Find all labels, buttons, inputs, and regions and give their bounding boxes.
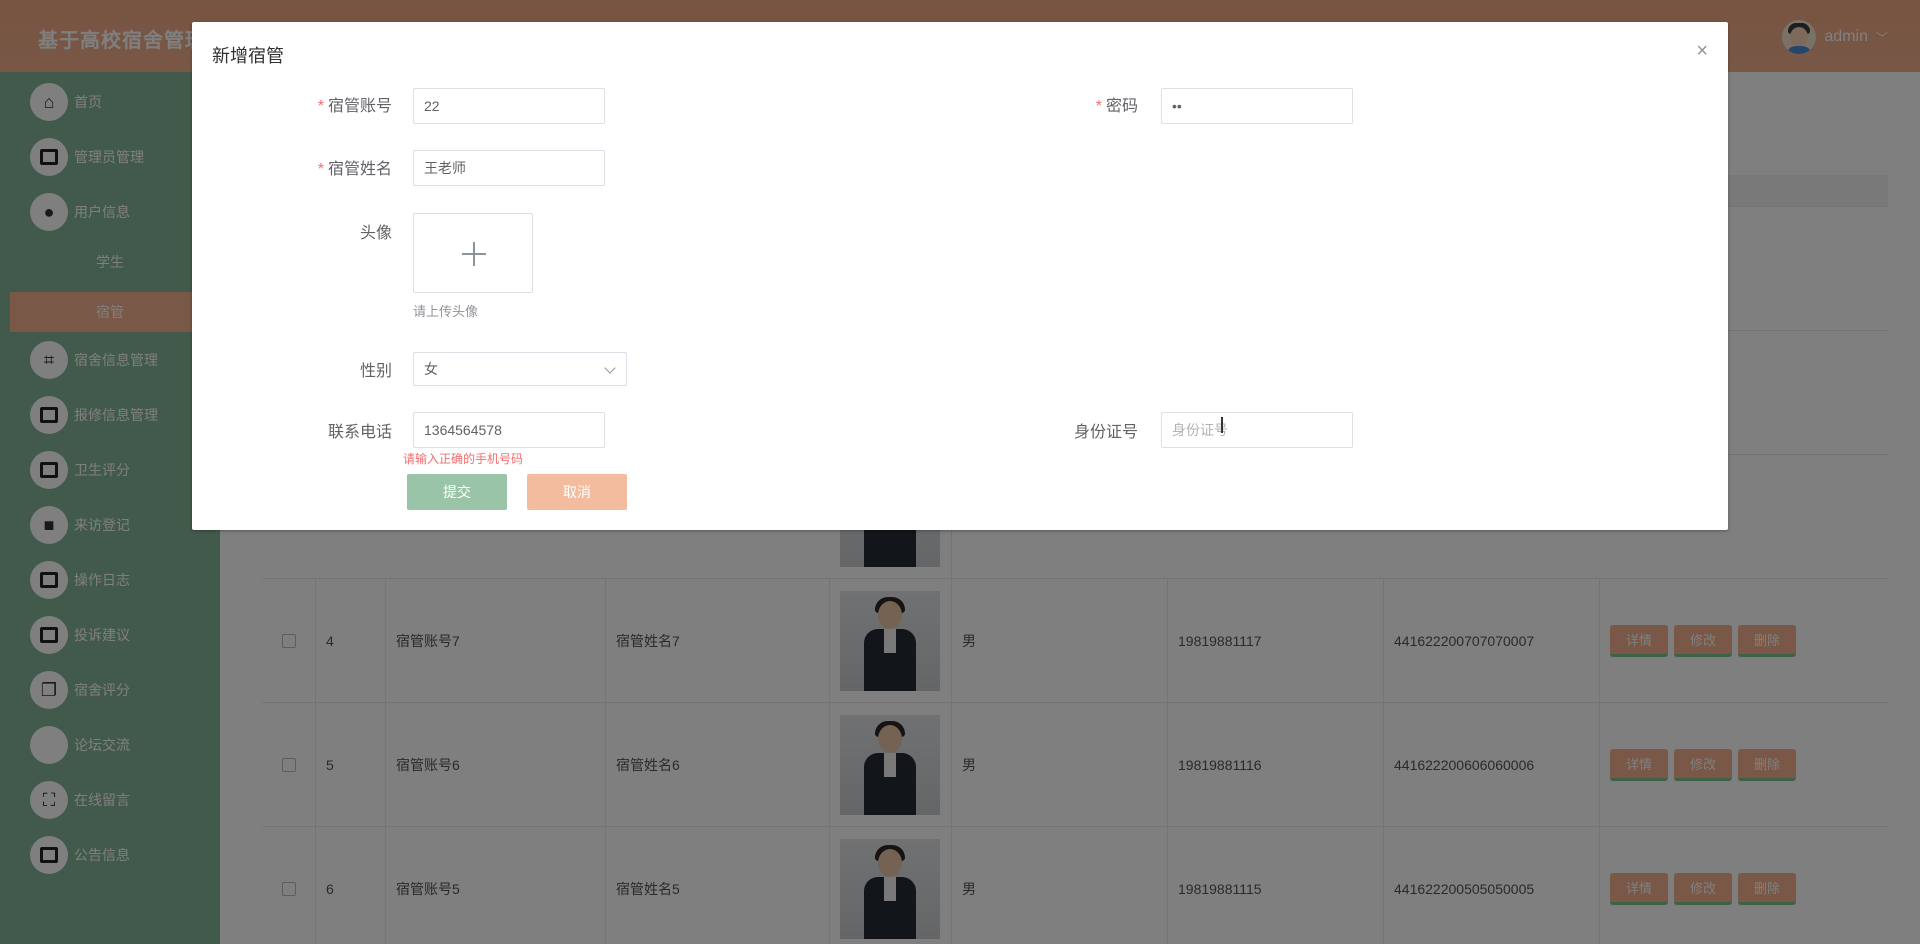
chevron-down-icon [604, 362, 616, 374]
gender-value: 女 [424, 361, 438, 377]
gender-select[interactable]: 女 [413, 352, 627, 386]
name-label: * 宿管姓名 [317, 161, 392, 178]
submit-button[interactable]: 提交 [407, 474, 507, 510]
account-input[interactable] [413, 88, 605, 124]
phone-error: 请输入正确的手机号码 [403, 452, 524, 466]
text-cursor-icon [1221, 417, 1223, 433]
avatar-label: 头像 [359, 225, 392, 242]
password-label: * 密码 [1095, 98, 1138, 115]
add-dorm-manager-dialog: 新增宿管 × *宿管账号 *密码 *宿管姓名 头像 请上传头像 性别 女 联系电… [192, 22, 1728, 530]
id-card-input[interactable] [1161, 412, 1353, 448]
cancel-button[interactable]: 取消 [527, 474, 627, 510]
dialog-title: 新增宿管 [212, 46, 284, 66]
password-input[interactable] [1161, 88, 1353, 124]
account-label: * 宿管账号 [317, 98, 392, 115]
id-card-label: 身份证号 [1073, 424, 1138, 441]
phone-input[interactable] [413, 412, 605, 448]
gender-label: 性别 [359, 363, 392, 380]
name-input[interactable] [413, 150, 605, 186]
avatar-upload[interactable] [413, 213, 533, 293]
close-icon[interactable]: × [1696, 40, 1708, 63]
phone-label: 联系电话 [327, 424, 392, 441]
avatar-hint: 请上传头像 [413, 304, 479, 319]
